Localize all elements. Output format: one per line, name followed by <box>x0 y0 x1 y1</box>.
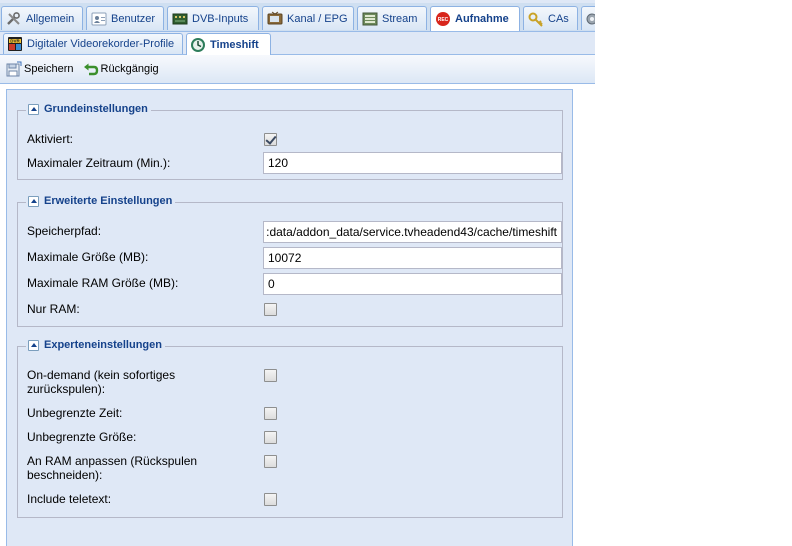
tab-label: Aufnahme <box>455 13 509 25</box>
undo-button[interactable]: Rückgängig <box>80 59 162 79</box>
max-ram-input[interactable]: 0 <box>263 273 562 295</box>
fieldset-title: Experteneinstellungen <box>44 339 162 351</box>
gear-icon <box>584 11 595 27</box>
app-frame: Allgemein Benutzer DVB-Inputs Kanal / EP… <box>0 0 595 546</box>
tab-label: Allgemein <box>26 12 75 25</box>
unlimited-time-checkbox[interactable] <box>264 407 277 420</box>
storage-path-value: :data/addon_data/service.tvheadend43/cac… <box>266 225 557 239</box>
tab-aufnahme[interactable]: REC Aufnahme <box>430 6 520 31</box>
save-button[interactable]: Speichern <box>3 59 77 79</box>
user-icon <box>91 11 107 27</box>
sub-tab-bar: DVR Digitaler Videorekorder-Profile Time… <box>0 32 595 55</box>
subtab-label: Digitaler Videorekorder-Profile <box>27 38 175 50</box>
teletext-label: Include teletext: <box>27 492 112 506</box>
tab-label: Benutzer <box>111 12 156 25</box>
storage-path-input[interactable]: :data/addon_data/service.tvheadend43/cac… <box>263 221 562 243</box>
unlimited-size-label: Unbegrenzte Größe: <box>27 430 137 444</box>
tab-stream[interactable]: Stream <box>357 6 427 30</box>
fit-ram-label-line2: beschneiden): <box>27 468 103 482</box>
tab-dvb-inputs[interactable]: DVB-Inputs <box>167 6 259 30</box>
undo-icon <box>83 61 99 77</box>
tab-benutzer[interactable]: Benutzer <box>86 6 164 30</box>
enabled-checkbox[interactable] <box>264 133 277 146</box>
svg-text:REC: REC <box>438 17 449 23</box>
tab-label: CAs <box>548 12 569 25</box>
tab-more[interactable] <box>581 6 595 30</box>
record-icon: REC <box>435 11 451 27</box>
tab-label: DVB-Inputs <box>192 12 249 25</box>
stream-icon <box>362 11 378 27</box>
fieldset-legend: Experteneinstellungen <box>26 339 165 351</box>
fieldset-title: Erweiterte Einstellungen <box>44 195 173 207</box>
fieldset-legend: Grundeinstellungen <box>26 103 151 115</box>
save-label: Speichern <box>24 63 74 75</box>
svg-text:DVR: DVR <box>10 39 20 44</box>
fieldset-legend: Erweiterte Einstellungen <box>26 195 176 207</box>
save-icon <box>6 61 22 77</box>
tabbar-top-strip <box>0 0 595 3</box>
collapse-toggle-icon[interactable] <box>28 195 39 207</box>
storage-path-label: Speicherpfad: <box>27 224 102 238</box>
max-size-label: Maximale Größe (MB): <box>27 250 149 264</box>
tv-icon <box>267 11 283 27</box>
ondemand-checkbox[interactable] <box>264 369 277 382</box>
unlimited-time-label: Unbegrenzte Zeit: <box>27 406 123 420</box>
fieldset-advanced: Erweiterte Einstellungen Speicherpfad: :… <box>17 195 563 327</box>
ram-only-checkbox[interactable] <box>264 303 277 316</box>
tab-dvr-profiles[interactable]: DVR Digitaler Videorekorder-Profile <box>3 33 183 54</box>
max-period-input[interactable]: 120 <box>263 152 562 174</box>
unlimited-size-checkbox[interactable] <box>264 431 277 444</box>
fit-ram-label-line1: An RAM anpassen (Rückspulen <box>27 454 198 468</box>
fieldset-basic: Grundeinstellungen Aktiviert: Maximaler … <box>17 103 563 180</box>
enabled-label: Aktiviert: <box>27 132 74 146</box>
max-size-input[interactable]: 10072 <box>263 247 562 269</box>
tab-kanal-epg[interactable]: Kanal / EPG <box>262 6 354 30</box>
tab-label: Stream <box>382 12 418 25</box>
max-period-label: Maximaler Zeitraum (Min.): <box>27 156 171 170</box>
main-tab-bar: Allgemein Benutzer DVB-Inputs Kanal / EP… <box>0 0 595 32</box>
tab-allgemein[interactable]: Allgemein <box>1 6 83 30</box>
undo-label: Rückgängig <box>100 63 159 75</box>
tab-timeshift[interactable]: Timeshift <box>186 33 271 55</box>
tab-cas[interactable]: CAs <box>523 6 578 30</box>
fieldset-title: Grundeinstellungen <box>44 103 148 115</box>
ram-only-label: Nur RAM: <box>27 302 80 316</box>
fit-ram-checkbox[interactable] <box>264 455 277 468</box>
tuner-icon <box>172 11 188 27</box>
wrench-icon <box>6 11 22 27</box>
max-ram-label: Maximale RAM Größe (MB): <box>27 276 179 290</box>
tab-label: Kanal / EPG <box>287 12 348 25</box>
timeshift-form-panel: Grundeinstellungen Aktiviert: Maximaler … <box>6 89 573 546</box>
key-icon <box>528 11 544 27</box>
teletext-checkbox[interactable] <box>264 493 277 506</box>
timeshift-icon <box>190 37 206 53</box>
subtab-label: Timeshift <box>210 38 259 51</box>
fieldset-expert: Experteneinstellungen On-demand (kein so… <box>17 339 563 518</box>
dvr-icon: DVR <box>7 36 23 52</box>
ondemand-label-line1: On-demand (kein sofortiges <box>27 368 176 382</box>
collapse-toggle-icon[interactable] <box>28 339 39 351</box>
toolbar: Speichern Rückgängig <box>0 55 595 84</box>
ondemand-label-line2: zurückspulen): <box>27 382 106 396</box>
collapse-toggle-icon[interactable] <box>28 103 39 115</box>
